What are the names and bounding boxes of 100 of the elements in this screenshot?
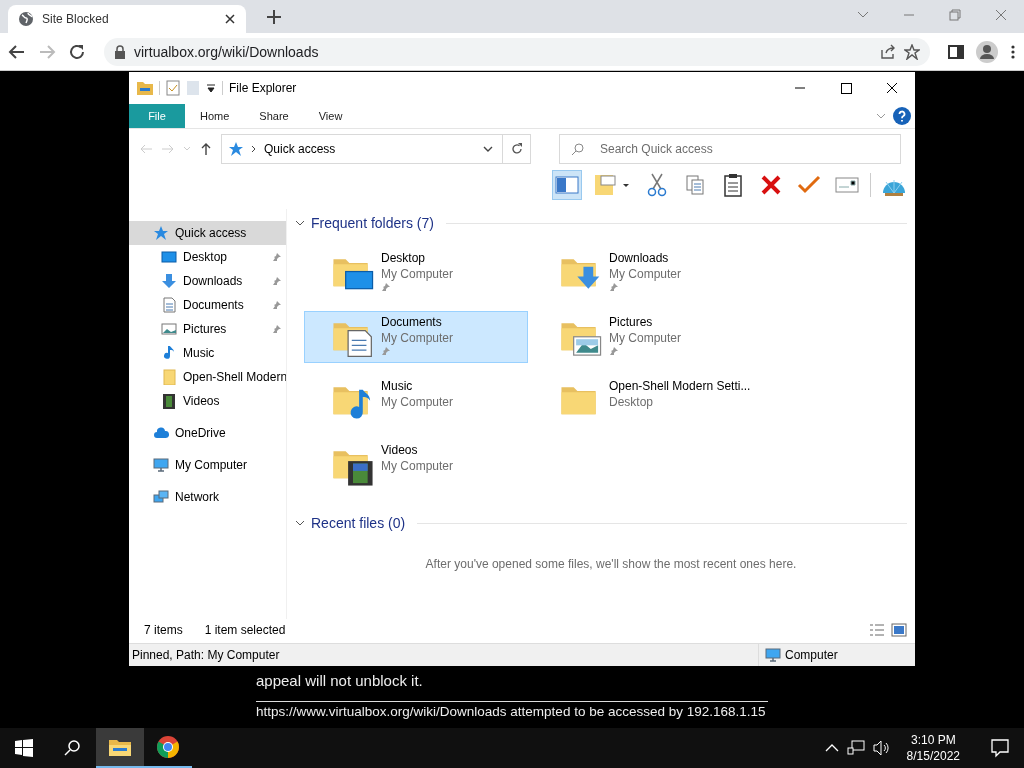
picture-icon bbox=[161, 321, 177, 337]
profile-icon[interactable] bbox=[976, 40, 998, 63]
ribbon-tab[interactable]: Home bbox=[185, 104, 245, 128]
window-title: File Explorer bbox=[229, 81, 297, 95]
collapse-icon[interactable] bbox=[295, 218, 305, 228]
star-icon bbox=[153, 225, 169, 241]
folder-tile[interactable]: Videos My Computer bbox=[304, 439, 528, 491]
block-message: appeal will not unblock it. bbox=[256, 672, 424, 689]
refresh-icon bbox=[509, 142, 524, 156]
volume-icon[interactable] bbox=[872, 740, 891, 756]
folder-name: Pictures bbox=[609, 314, 654, 330]
folder-name: Open-Shell Modern Setti... bbox=[609, 378, 751, 394]
network-icon bbox=[153, 489, 169, 505]
chevron-up-icon[interactable] bbox=[824, 743, 839, 753]
address-field[interactable]: Quick access bbox=[221, 134, 503, 164]
search-icon bbox=[63, 739, 81, 757]
search-field[interactable]: Search Quick access bbox=[559, 134, 901, 164]
folder-location: My Computer bbox=[609, 266, 682, 282]
windows-icon bbox=[15, 739, 33, 757]
back-icon[interactable] bbox=[8, 42, 26, 61]
search-icon bbox=[571, 142, 585, 156]
reload-icon[interactable] bbox=[68, 42, 86, 61]
chevron-icon bbox=[250, 145, 258, 153]
section-title: Frequent folders (7) bbox=[311, 215, 434, 231]
pin-icon bbox=[272, 300, 282, 310]
nav-item[interactable]: Documents bbox=[129, 293, 286, 317]
star-icon bbox=[228, 141, 244, 157]
nav-item[interactable]: Quick access bbox=[129, 221, 286, 245]
nav-item[interactable]: Open-Shell Modern bbox=[129, 365, 286, 389]
folder-name: Downloads bbox=[609, 250, 670, 266]
music-note-icon bbox=[161, 345, 177, 361]
folder-location: Desktop bbox=[609, 394, 655, 410]
folder-location: My Computer bbox=[609, 330, 682, 346]
folder-location: My Computer bbox=[381, 330, 454, 346]
caret-icon[interactable] bbox=[206, 83, 216, 93]
item-count: 7 items bbox=[144, 623, 183, 637]
help-icon[interactable] bbox=[893, 107, 911, 125]
network-icon[interactable] bbox=[846, 740, 865, 756]
share-icon[interactable] bbox=[880, 43, 896, 60]
document-icon bbox=[161, 297, 177, 313]
tab-title: Site Blocked bbox=[42, 12, 110, 26]
ribbon-tab[interactable]: View bbox=[303, 104, 358, 128]
folder-location: My Computer bbox=[381, 394, 454, 410]
pin-icon bbox=[272, 252, 282, 262]
url-text: virtualbox.org/wiki/Downloads bbox=[134, 43, 320, 60]
empty-message: After you've opened some files, we'll show the most recent ones here. bbox=[425, 557, 797, 571]
computer-icon bbox=[765, 647, 781, 663]
nav-item[interactable]: OneDrive bbox=[129, 421, 286, 445]
desktop-icon bbox=[161, 249, 177, 265]
nav-item[interactable]: Desktop bbox=[129, 245, 286, 269]
folder-tile[interactable]: Pictures My Computer bbox=[532, 311, 756, 363]
download-icon bbox=[161, 273, 177, 289]
pin-icon bbox=[381, 282, 391, 292]
folder-tile[interactable]: Downloads My Computer bbox=[532, 247, 756, 299]
clock[interactable]: 3:10 PM 8/15/2022 bbox=[906, 732, 960, 764]
close-icon[interactable] bbox=[224, 13, 236, 25]
up-icon[interactable] bbox=[199, 142, 213, 156]
film-icon bbox=[161, 393, 177, 409]
status-text: Pinned, Path: My Computer bbox=[132, 648, 280, 662]
nav-item[interactable]: Pictures bbox=[129, 317, 286, 341]
chrome-icon bbox=[156, 735, 180, 759]
folder-name: Desktop bbox=[381, 250, 427, 266]
folder-tile[interactable]: Documents My Computer bbox=[304, 311, 528, 363]
side-panel-icon[interactable] bbox=[948, 43, 964, 60]
folder-tile[interactable]: Desktop My Computer bbox=[304, 247, 528, 299]
folder-name: Documents bbox=[381, 314, 443, 330]
thumbnail-view-icon[interactable] bbox=[891, 623, 907, 637]
access-notice: https://www.virtualbox.org/wiki/Downloads attempted to be accessed by 192.168.1.15 bbox=[256, 704, 767, 719]
globe-icon bbox=[18, 11, 34, 27]
pin-icon bbox=[272, 276, 282, 286]
folder-location: My Computer bbox=[381, 458, 454, 474]
folder-icon bbox=[137, 81, 153, 95]
folder-name: Music bbox=[381, 378, 414, 394]
folder-location: My Computer bbox=[381, 266, 454, 282]
folder-icon bbox=[161, 369, 177, 385]
address-bar[interactable]: virtualbox.org/wiki/Downloads bbox=[104, 37, 930, 66]
browser-tab[interactable]: Site Blocked bbox=[8, 5, 246, 33]
folder-icon bbox=[108, 737, 132, 757]
pin-icon bbox=[609, 282, 619, 292]
star-icon[interactable] bbox=[904, 43, 920, 60]
zone-label: Computer bbox=[785, 648, 838, 662]
folder-tile[interactable]: Music My Computer bbox=[304, 375, 528, 427]
section-title: Recent files (0) bbox=[311, 515, 406, 531]
refresh-button[interactable] bbox=[503, 134, 531, 164]
nav-item[interactable]: My Computer bbox=[129, 453, 286, 477]
nav-item[interactable]: Music bbox=[129, 341, 286, 365]
taskbar-app[interactable] bbox=[96, 728, 144, 768]
collapse-icon[interactable] bbox=[295, 518, 305, 528]
nav-item[interactable]: Downloads bbox=[129, 269, 286, 293]
pin-icon bbox=[381, 346, 391, 356]
ribbon-tab[interactable]: Share bbox=[244, 104, 304, 128]
folder-name: Videos bbox=[381, 442, 419, 458]
nav-item[interactable]: Videos bbox=[129, 389, 286, 413]
preview-pane-button[interactable] bbox=[552, 170, 582, 200]
menu-icon[interactable] bbox=[1010, 43, 1016, 60]
folder-tile[interactable]: Open-Shell Modern Setti... Desktop bbox=[532, 375, 756, 427]
computer-icon bbox=[153, 457, 169, 473]
cloud-icon bbox=[153, 425, 169, 441]
selection-count: 1 item selected bbox=[204, 623, 286, 637]
nav-item[interactable]: Network bbox=[129, 485, 286, 509]
